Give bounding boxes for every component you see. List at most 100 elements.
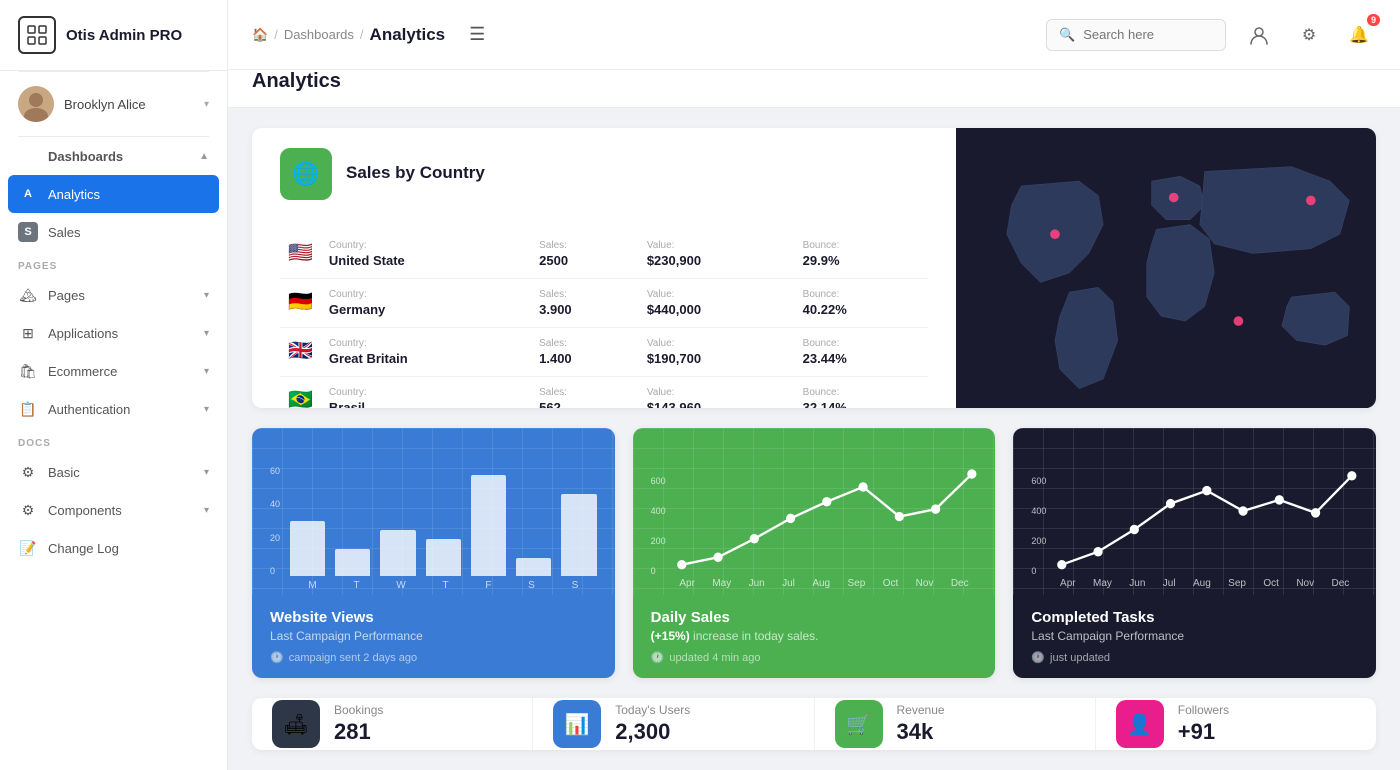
sidebar-item-ecommerce[interactable]: 🛍 Ecommerce ▾ (0, 352, 227, 390)
website-views-card: 60 40 20 0 MTWTFSS Website Views Last Ca… (252, 428, 615, 678)
daily-sales-info: Daily Sales (+15%) increase in today sal… (633, 595, 996, 678)
stat-label: Today's Users (615, 703, 690, 717)
settings-icon[interactable]: ⚙ (1292, 18, 1326, 52)
table-row: 🇺🇸 Country: United State Sales: 2500 Val… (280, 230, 928, 279)
pages-section-label: PAGES (0, 251, 227, 276)
search-icon: 🔍 (1059, 27, 1075, 43)
website-views-footer: 🕐 campaign sent 2 days ago (270, 651, 597, 664)
x-label: T (442, 580, 448, 591)
home-icon: 🏠 (252, 27, 268, 43)
daily-sales-card: 600 400 200 0 AprMayJunJulAugSepOctNovDe… (633, 428, 996, 678)
dashboards-chevron-icon: ▲ (199, 151, 209, 162)
daily-sales-subtitle: (+15%) increase in today sales. (651, 629, 978, 643)
stats-row: 🛋 Bookings 281 📊 Today's Users 2,300 🛒 R… (252, 698, 1376, 750)
country-table: 🇺🇸 Country: United State Sales: 2500 Val… (280, 230, 928, 408)
changelog-label: Change Log (48, 541, 209, 556)
clock-icon: 🕐 (270, 651, 284, 664)
user-section[interactable]: Brooklyn Alice ▾ (0, 72, 227, 136)
bar (290, 521, 325, 576)
stat-value: 34k (897, 719, 945, 745)
search-box[interactable]: 🔍 (1046, 19, 1226, 51)
stat-item: 👤 Followers +91 (1096, 698, 1376, 750)
sidebar-item-sales[interactable]: S Sales (0, 213, 227, 251)
components-label: Components (48, 503, 194, 518)
sales-country-left: 🌐 Sales by Country 🇺🇸 Country: United St… (252, 128, 956, 408)
search-input[interactable] (1083, 27, 1203, 42)
sidebar-item-basic[interactable]: ⚙ Basic ▾ (0, 453, 227, 491)
table-row: 🇬🇧 Country: Great Britain Sales: 1.400 V… (280, 328, 928, 377)
hamburger-icon[interactable]: ☰ (469, 24, 485, 45)
stat-icon: 📊 (553, 700, 601, 748)
components-chevron-icon: ▾ (204, 505, 209, 516)
ecommerce-chevron-icon: ▾ (204, 366, 209, 377)
x-label: M (308, 580, 316, 591)
avatar (18, 86, 54, 122)
dashboards-icon (18, 146, 38, 166)
applications-label: Applications (48, 326, 194, 341)
bar (471, 475, 506, 576)
notifications-icon[interactable]: 🔔 9 (1342, 18, 1376, 52)
applications-chevron-icon: ▾ (204, 328, 209, 339)
ecommerce-icon: 🛍 (18, 361, 38, 381)
stat-icon: 🛋 (272, 700, 320, 748)
stat-item: 🛋 Bookings 281 (252, 698, 533, 750)
sidebar-item-analytics[interactable]: A Analytics (8, 175, 219, 213)
sidebar: Otis Admin PRO Brooklyn Alice ▾ Dashboar… (0, 0, 228, 770)
sidebar-item-dashboards[interactable]: Dashboards ▲ (0, 137, 227, 175)
sales-label: Sales (48, 225, 209, 240)
stat-value: +91 (1178, 719, 1229, 745)
pages-icon: 🏔 (18, 285, 38, 305)
authentication-chevron-icon: ▾ (204, 404, 209, 415)
basic-icon: ⚙ (18, 462, 38, 482)
x-label: T (353, 580, 359, 591)
logo-icon (18, 16, 56, 54)
completed-tasks-chart: 600 400 200 0 AprMayJunJulAugSepOctNovDe… (1013, 428, 1376, 595)
stat-value: 2,300 (615, 719, 690, 745)
daily-sales-chart: 600 400 200 0 AprMayJunJulAugSepOctNovDe… (633, 428, 996, 595)
user-profile-icon[interactable] (1242, 18, 1276, 52)
applications-icon: ⊞ (18, 323, 38, 343)
dashboards-label: Dashboards (48, 149, 189, 164)
stat-icon: 👤 (1116, 700, 1164, 748)
authentication-icon: 📋 (18, 399, 38, 419)
bar (380, 530, 415, 576)
pages-nav-label: Pages (48, 288, 194, 303)
user-chevron-icon: ▾ (204, 99, 209, 110)
sidebar-item-applications[interactable]: ⊞ Applications ▾ (0, 314, 227, 352)
x-label: S (572, 580, 579, 591)
globe-icon: 🌐 (280, 148, 332, 200)
stat-label: Revenue (897, 703, 945, 717)
bar (561, 494, 596, 577)
sidebar-item-authentication[interactable]: 📋 Authentication ▾ (0, 390, 227, 428)
analytics-label: Analytics (48, 187, 209, 202)
sidebar-item-changelog[interactable]: 📝 Change Log (0, 529, 227, 567)
page-title: Analytics (252, 70, 341, 92)
sidebar-logo: Otis Admin PRO (0, 0, 227, 71)
stat-item: 🛒 Revenue 34k (815, 698, 1096, 750)
bar (426, 539, 461, 576)
website-views-subtitle: Last Campaign Performance (270, 629, 597, 643)
components-icon: ⚙ (18, 500, 38, 520)
x-label: S (528, 580, 535, 591)
completed-tasks-subtitle: Last Campaign Performance (1031, 629, 1358, 643)
breadcrumb-dashboards: Dashboards (284, 27, 354, 42)
sidebar-item-pages[interactable]: 🏔 Pages ▾ (0, 276, 227, 314)
sidebar-item-components[interactable]: ⚙ Components ▾ (0, 491, 227, 529)
completed-tasks-card: 600 400 200 0 AprMayJunJulAugSepOctNovDe… (1013, 428, 1376, 678)
table-row: 🇩🇪 Country: Germany Sales: 3.900 Value: … (280, 279, 928, 328)
x-label: W (396, 580, 405, 591)
breadcrumb: 🏠 / Dashboards / Analytics (252, 25, 445, 45)
completed-tasks-title: Completed Tasks (1031, 609, 1358, 626)
completed-tasks-info: Completed Tasks Last Campaign Performanc… (1013, 595, 1376, 678)
docs-section-label: DOCS (0, 428, 227, 453)
clock-icon-tasks: 🕐 (1031, 651, 1045, 664)
sales-by-country-title: Sales by Country (346, 163, 485, 183)
ecommerce-label: Ecommerce (48, 364, 194, 379)
bar (335, 549, 370, 577)
daily-sales-title: Daily Sales (651, 609, 978, 626)
world-map (956, 128, 1376, 408)
website-views-info: Website Views Last Campaign Performance … (252, 595, 615, 678)
pages-chevron-icon: ▾ (204, 290, 209, 301)
stat-icon: 🛒 (835, 700, 883, 748)
main-content: 🏠 / Dashboards / Analytics ☰ 🔍 ⚙ 🔔 9 Ana… (228, 0, 1400, 770)
